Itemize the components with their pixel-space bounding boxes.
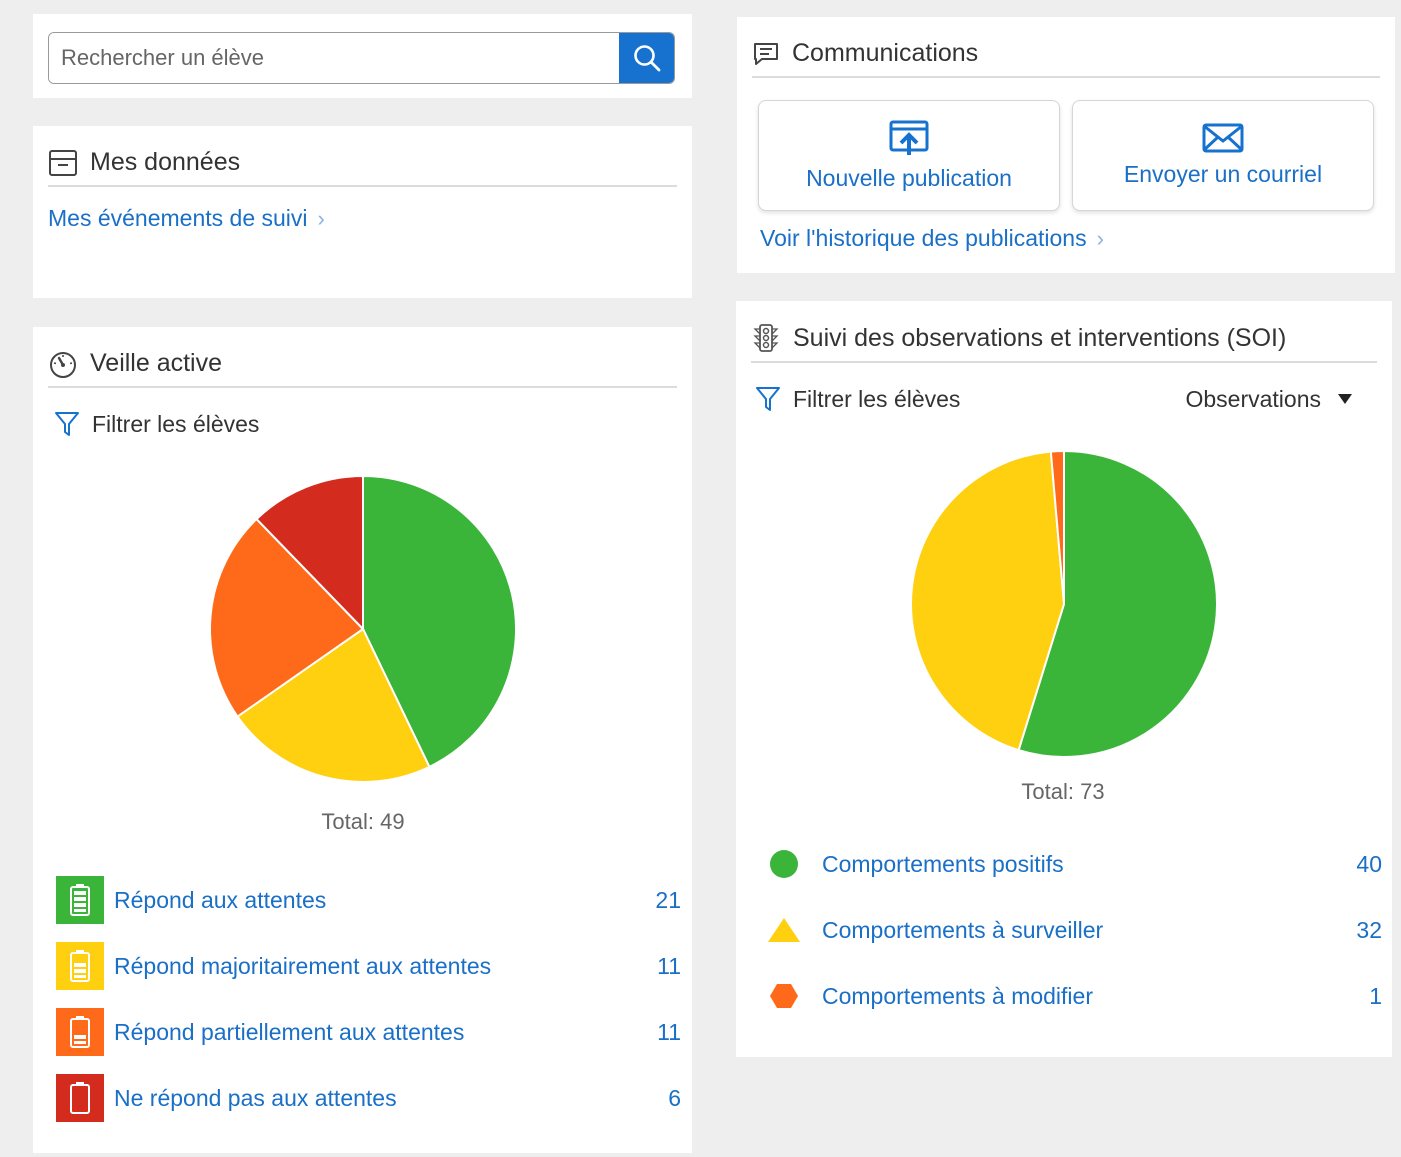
- soi-filter-row: Filtrer les élèves Observations: [755, 385, 1377, 413]
- search-icon: [633, 45, 660, 72]
- tracking-events-link[interactable]: Mes événements de suivi ›: [48, 205, 325, 232]
- legend-item-positive[interactable]: Comportements positifs 40: [766, 831, 1382, 897]
- battery-full-icon: [56, 876, 104, 924]
- legend-label: Répond majoritairement aux attentes: [114, 952, 492, 979]
- envelope-icon: [1202, 123, 1244, 153]
- send-email-label: Envoyer un courriel: [1123, 161, 1323, 187]
- search-button[interactable]: [619, 33, 674, 83]
- soi-total: Total: 73: [1021, 779, 1105, 804]
- legend-label: Comportements positifs: [822, 850, 1064, 877]
- active-watch-title: Veille active: [90, 349, 223, 377]
- legend-item-watch[interactable]: Comportements à surveiller 32: [766, 897, 1382, 963]
- observations-dropdown[interactable]: Observations: [1185, 386, 1353, 413]
- legend-item-meets[interactable]: Répond aux attentes 21: [56, 867, 681, 933]
- tracking-events-label: Mes événements de suivi: [48, 205, 308, 231]
- archive-box-icon: [49, 149, 77, 176]
- active-watch-pie-chart: [209, 474, 517, 783]
- legend-item-mostly-meets[interactable]: Répond majoritairement aux attentes 11: [56, 933, 681, 999]
- my-data-card: Mes données Mes événements de suivi ›: [33, 126, 692, 298]
- funnel-icon: [756, 387, 780, 411]
- funnel-icon: [55, 412, 79, 436]
- legend-label: Ne répond pas aux attentes: [114, 1084, 397, 1111]
- legend-label: Répond aux attentes: [114, 886, 327, 913]
- legend-count: 21: [655, 886, 681, 913]
- soi-legend: Comportements positifs 40 Comportements …: [766, 831, 1382, 1029]
- legend-count: 1: [1369, 982, 1382, 1009]
- hexagon-icon: [766, 978, 802, 1014]
- filter-students-button[interactable]: Filtrer les élèves: [54, 410, 677, 438]
- publication-history-link[interactable]: Voir l'historique des publications ›: [760, 225, 1104, 252]
- active-watch-card: Veille active Filtrer les élèves Total: …: [33, 327, 692, 1153]
- search-card: [33, 14, 692, 98]
- communications-header: Communications: [752, 39, 1380, 78]
- legend-count: 40: [1356, 850, 1382, 877]
- communications-actions: Nouvelle publication Envoyer un courriel: [758, 100, 1380, 211]
- chevron-right-icon: ›: [317, 206, 325, 231]
- battery-high-icon: [56, 942, 104, 990]
- legend-item-modify[interactable]: Comportements à modifier 1: [766, 963, 1382, 1029]
- active-watch-total: Total: 49: [321, 809, 405, 834]
- legend-count: 11: [657, 1018, 681, 1045]
- my-data-header: Mes données: [48, 148, 677, 187]
- triangle-icon: [766, 912, 802, 948]
- publication-history-label: Voir l'historique des publications: [760, 225, 1087, 251]
- soi-title: Suivi des observations et interventions …: [793, 323, 1287, 352]
- legend-count: 6: [668, 1084, 681, 1111]
- new-publication-button[interactable]: Nouvelle publication: [758, 100, 1060, 211]
- dropdown-value: Observations: [1185, 385, 1321, 412]
- legend-count: 11: [657, 952, 681, 979]
- new-publication-label: Nouvelle publication: [806, 165, 1012, 191]
- chevron-right-icon: ›: [1096, 226, 1104, 251]
- soi-pie-chart: [910, 449, 1218, 758]
- communications-title: Communications: [792, 39, 979, 67]
- message-icon: [754, 42, 778, 65]
- battery-empty-icon: [56, 1074, 104, 1122]
- traffic-light-icon: [753, 324, 779, 352]
- soi-header: Suivi des observations et interventions …: [751, 323, 1377, 363]
- filter-students-label: Filtrer les élèves: [92, 410, 260, 437]
- legend-item-does-not-meet[interactable]: Ne répond pas aux attentes 6: [56, 1065, 681, 1131]
- publish-upload-icon: [889, 120, 929, 155]
- legend-label: Comportements à surveiller: [822, 916, 1104, 943]
- soi-card: Suivi des observations et interventions …: [736, 301, 1392, 1057]
- battery-low-icon: [56, 1008, 104, 1056]
- active-watch-legend: Répond aux attentes 21 Répond majoritair…: [56, 867, 681, 1131]
- legend-label: Comportements à modifier: [822, 982, 1093, 1009]
- send-email-button[interactable]: Envoyer un courriel: [1072, 100, 1374, 211]
- legend-count: 32: [1356, 916, 1382, 943]
- filter-students-label: Filtrer les élèves: [793, 385, 961, 412]
- caret-down-icon: [1338, 394, 1352, 404]
- gauge-icon: [50, 351, 76, 378]
- search-box: [48, 32, 675, 84]
- legend-item-partially-meets[interactable]: Répond partiellement aux attentes 11: [56, 999, 681, 1065]
- legend-label: Répond partiellement aux attentes: [114, 1018, 465, 1045]
- student-search-input[interactable]: [49, 33, 619, 83]
- filter-students-button[interactable]: Filtrer les élèves: [755, 385, 960, 413]
- active-watch-header: Veille active: [48, 349, 677, 388]
- circle-icon: [766, 846, 802, 882]
- my-data-title: Mes données: [90, 148, 241, 176]
- communications-card: Communications Nouvelle publication Envo…: [737, 17, 1395, 273]
